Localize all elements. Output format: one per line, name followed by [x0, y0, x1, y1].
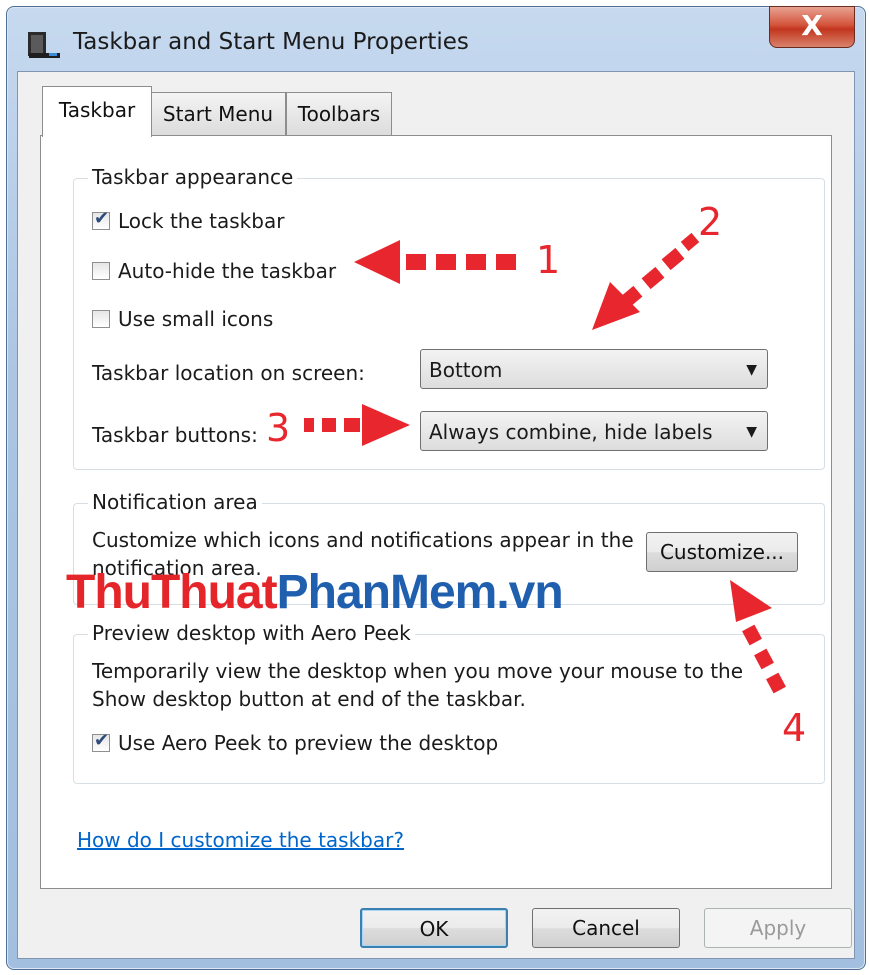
watermark-part3: .vn: [496, 566, 563, 619]
arrow-2: [592, 232, 700, 330]
arrow-1: [354, 240, 516, 284]
annotation-number-1: 1: [536, 238, 561, 282]
tab-taskbar[interactable]: Taskbar: [42, 86, 152, 137]
annotation-number-2: 2: [698, 200, 723, 244]
watermark-logo: ThuThuatPhanMem.vn: [66, 565, 564, 620]
annotation-arrows-overlay: [304, 232, 786, 694]
watermark-part2: PhanMem: [276, 566, 498, 619]
arrow-3: [304, 404, 410, 446]
annotation-number-4: 4: [782, 706, 807, 750]
watermark-part1: ThuThuat: [66, 566, 278, 619]
annotation-number-3: 3: [266, 406, 291, 450]
arrow-4: [730, 580, 786, 694]
